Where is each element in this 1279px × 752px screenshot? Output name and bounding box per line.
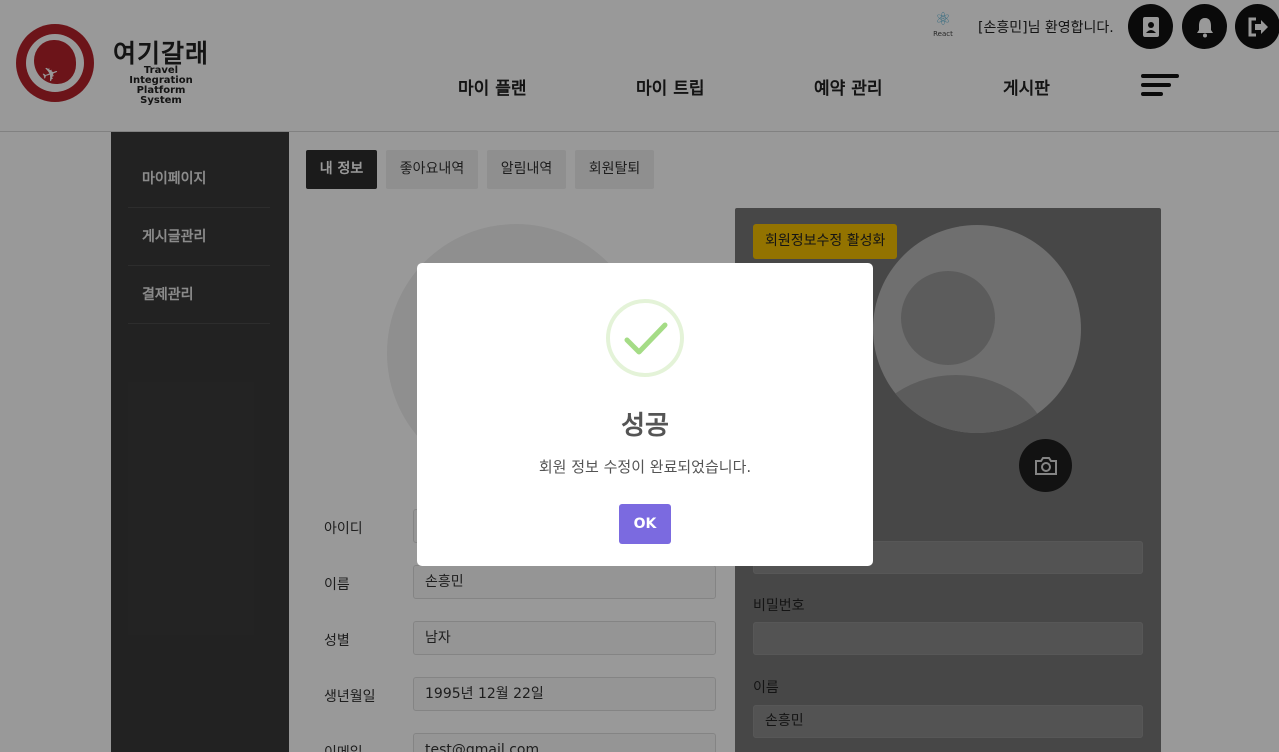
checkmark-icon	[606, 299, 684, 377]
success-dialog: 성공 회원 정보 수정이 완료되었습니다. OK	[417, 263, 873, 566]
dialog-message: 회원 정보 수정이 완료되었습니다.	[538, 458, 752, 476]
ok-button[interactable]: OK	[619, 504, 671, 544]
dialog-title: 성공	[621, 411, 669, 441]
